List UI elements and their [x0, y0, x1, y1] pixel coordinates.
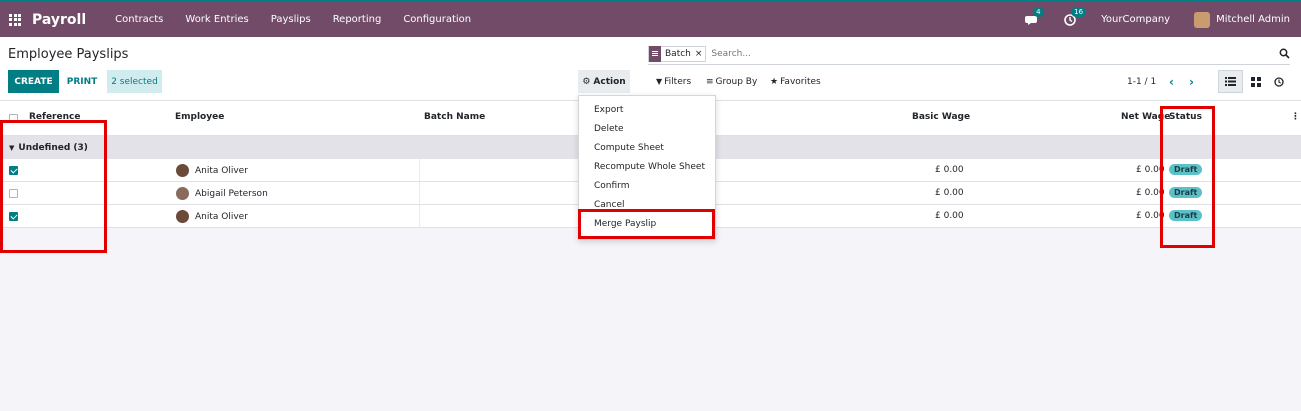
search-facet-batch: Batch × [648, 45, 707, 62]
menu-item-delete[interactable]: Delete [594, 124, 624, 134]
pager-previous-icon[interactable]: ‹ [1169, 70, 1174, 93]
facet-remove-icon[interactable]: × [695, 49, 706, 59]
pager-next-icon[interactable]: › [1189, 70, 1194, 93]
menu-configuration[interactable]: Configuration [403, 14, 471, 25]
gear-icon: ⚙ [582, 76, 591, 87]
company-switcher[interactable]: YourCompany [1101, 14, 1170, 25]
favorites-label: Favorites [780, 76, 821, 87]
basic-wage-cell: £ 0.00 [935, 165, 964, 175]
group-by-label: Group By [715, 76, 758, 87]
group-by-icon [649, 45, 661, 62]
employee-name: Anita Oliver [195, 211, 248, 222]
group-by-button[interactable]: ≡ Group By [706, 70, 757, 93]
apps-menu-icon[interactable] [9, 13, 21, 26]
pager-value[interactable]: 1-1 / 1 [1127, 70, 1156, 93]
app-name[interactable]: Payroll [32, 12, 86, 28]
star-icon: ★ [770, 76, 779, 87]
action-dropdown-button[interactable]: ⚙ Action [578, 70, 630, 93]
activity-view-clock-icon[interactable] [1266, 70, 1291, 93]
search-input[interactable] [711, 48, 1290, 59]
messages-count-badge: 4 [1033, 6, 1044, 17]
kanban-view-icon[interactable] [1243, 70, 1268, 93]
column-divider [419, 159, 420, 181]
list-view-icon[interactable] [1218, 70, 1243, 93]
menu-item-compute-sheet[interactable]: Compute Sheet [594, 143, 664, 153]
employee-name: Anita Oliver [195, 165, 248, 176]
optional-columns-icon[interactable]: ⋮ [1291, 112, 1300, 122]
menu-payslips[interactable]: Payslips [271, 14, 311, 25]
highlight-status-column [1160, 106, 1215, 248]
column-divider [419, 182, 420, 204]
menu-item-recompute-whole-sheet[interactable]: Recompute Whole Sheet [594, 162, 705, 172]
highlight-checkbox-column [0, 120, 107, 253]
highlight-merge-payslip [578, 209, 715, 239]
basic-wage-cell: £ 0.00 [935, 188, 964, 198]
menu-item-export[interactable]: Export [594, 105, 623, 115]
activities-clock-icon[interactable]: 16 [1063, 6, 1087, 27]
employee-cell: Abigail Peterson [176, 187, 268, 200]
facet-value: Batch [665, 48, 691, 59]
menu-work-entries[interactable]: Work Entries [185, 14, 248, 25]
print-button[interactable]: PRINT [60, 70, 104, 93]
messages-icon[interactable]: 4 [1025, 6, 1044, 27]
action-label: Action [593, 76, 626, 87]
column-divider [419, 205, 420, 227]
employee-avatar [176, 164, 189, 177]
filter-icon: ▼ [656, 77, 663, 86]
control-panel: Employee Payslips CREATE PRINT 2 selecte… [0, 37, 1301, 101]
user-menu[interactable]: Mitchell Admin [1216, 14, 1290, 25]
column-employee[interactable]: Employee [175, 112, 224, 122]
employee-cell: Anita Oliver [176, 164, 248, 177]
employee-cell: Anita Oliver [176, 210, 248, 223]
search-icon[interactable] [1279, 48, 1290, 59]
selected-count-badge[interactable]: 2 selected [107, 70, 162, 93]
activities-count-badge: 16 [1071, 6, 1087, 17]
page-title: Employee Payslips [8, 47, 129, 62]
employee-avatar [176, 187, 189, 200]
group-by-list-icon: ≡ [706, 76, 714, 87]
filters-label: Filters [664, 76, 692, 87]
create-button[interactable]: CREATE [8, 70, 59, 93]
employee-name: Abigail Peterson [195, 188, 268, 199]
menu-contracts[interactable]: Contracts [115, 14, 163, 25]
column-basic-wage[interactable]: Basic Wage [912, 112, 970, 122]
favorites-button[interactable]: ★ Favorites [770, 70, 821, 93]
employee-avatar [176, 210, 189, 223]
user-avatar[interactable] [1194, 11, 1211, 28]
basic-wage-cell: £ 0.00 [935, 211, 964, 221]
column-batch-name[interactable]: Batch Name [424, 112, 485, 122]
filters-button[interactable]: ▼ Filters [656, 70, 691, 93]
menu-item-confirm[interactable]: Confirm [594, 181, 629, 191]
search-bar: Batch × [648, 43, 1290, 65]
menu-reporting[interactable]: Reporting [333, 14, 382, 25]
top-navbar: Payroll Contracts Work Entries Payslips … [0, 0, 1301, 37]
